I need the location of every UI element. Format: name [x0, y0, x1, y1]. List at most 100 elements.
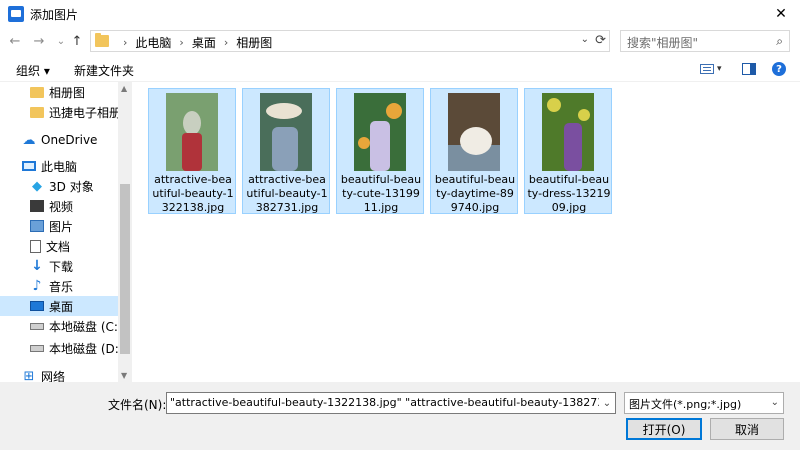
app-icon [8, 6, 24, 22]
filename-label: 文件名(N): [108, 398, 167, 412]
cube-icon: ◆ [32, 178, 42, 194]
chevron-down-icon: ▾ [717, 64, 722, 74]
sidebar-item-label: 视频 [49, 199, 74, 214]
sidebar-item-label: 桌面 [49, 299, 74, 314]
up-arrow-icon[interactable]: ↑ [68, 32, 86, 50]
new-folder-button[interactable]: 新建文件夹 [74, 62, 134, 79]
sidebar-item-documents[interactable]: 文档 [0, 236, 118, 256]
file-name: beautiful-beauty-cute-1319911.jpg [340, 173, 422, 214]
help-button[interactable]: ? [772, 62, 786, 76]
search-icon[interactable]: ⌕ [776, 34, 783, 49]
sidebar-item-label: 迅捷电子相册图片 [49, 105, 118, 120]
desktop-icon [30, 301, 44, 311]
sidebar-item-downloads[interactable]: ↓ 下载 [0, 256, 118, 276]
chevron-right-icon: › [179, 36, 184, 49]
cancel-button[interactable]: 取消 [710, 418, 784, 440]
file-name: beautiful-beauty-dress-1321909.jpg [527, 173, 611, 214]
breadcrumb-album[interactable]: 相册图 [236, 34, 272, 51]
file-name: attractive-beautiful-beauty-1322138.jpg [152, 173, 234, 214]
scroll-down-icon[interactable]: ▼ [121, 371, 127, 380]
file-tile[interactable]: beautiful-beauty-dress-1321909.jpg [524, 88, 612, 214]
sidebar-item-label: 本地磁盘 (C:) [49, 319, 118, 334]
file-thumbnail [542, 93, 594, 171]
navigation-pane: 相册图 迅捷电子相册图片 ☁ OneDrive 此电脑 ◆ 3D 对象 视频 图… [0, 82, 132, 382]
filename-value: "attractive-beautiful-beauty-1322138.jpg… [170, 396, 616, 409]
cloud-icon: ☁ [22, 132, 36, 148]
change-view-button[interactable]: ▾ [700, 62, 722, 76]
sidebar-item-label: 相册图 [49, 85, 86, 100]
search-input[interactable]: 搜索"相册图" ⌕ [620, 30, 790, 52]
help-icon: ? [772, 62, 786, 76]
open-button[interactable]: 打开(O) [626, 418, 702, 440]
address-bar[interactable]: › 此电脑 › 桌面 › 相册图 ⌄ ⟳ [90, 30, 610, 52]
video-icon [30, 200, 44, 212]
file-thumbnail [166, 93, 218, 171]
sidebar-item-desktop[interactable]: 桌面 [0, 296, 118, 316]
filename-input[interactable]: "attractive-beautiful-beauty-1322138.jpg… [166, 392, 616, 414]
sidebar-item-3d-objects[interactable]: ◆ 3D 对象 [0, 176, 118, 196]
music-icon: ♪ [32, 278, 42, 294]
folder-icon [95, 33, 109, 47]
breadcrumb-this-pc[interactable]: 此电脑 [135, 34, 171, 51]
chevron-down-icon[interactable]: ⌄ [599, 393, 615, 413]
chevron-down-icon: ⌄ [770, 397, 779, 408]
sidebar-item-label: 音乐 [49, 279, 74, 294]
sidebar-item-network[interactable]: ⊞ 网络 [0, 366, 118, 383]
document-icon [30, 239, 41, 253]
breadcrumb-desktop[interactable]: 桌面 [192, 34, 216, 51]
sidebar-item-xunjie-album[interactable]: 迅捷电子相册图片 [0, 102, 118, 122]
sidebar-item-videos[interactable]: 视频 [0, 196, 118, 216]
window-title: 添加图片 [30, 8, 79, 22]
file-tile[interactable]: attractive-beautiful-beauty-1382731.jpg [242, 88, 330, 214]
pictures-icon [30, 220, 44, 232]
file-name: attractive-beautiful-beauty-1382731.jpg [246, 173, 328, 214]
close-button[interactable]: ✕ [762, 0, 800, 28]
sidebar-item-label: 网络 [41, 369, 66, 383]
sidebar-item-label: 下载 [49, 259, 74, 274]
file-list: attractive-beautiful-beauty-1322138.jpg … [132, 82, 800, 382]
chevron-right-icon: › [123, 36, 128, 49]
file-thumbnail [260, 93, 312, 171]
refresh-icon[interactable]: ⟳ [595, 33, 606, 48]
sidebar-item-onedrive[interactable]: ☁ OneDrive [0, 130, 118, 150]
sidebar-item-label: 此电脑 [41, 159, 78, 174]
sidebar-item-label: 本地磁盘 (D:) [49, 341, 118, 356]
navigation-bar: ← → ⌄ ↑ › 此电脑 › 桌面 › 相册图 ⌄ ⟳ 搜索"相册图" ⌕ [0, 28, 800, 54]
sidebar-item-drive-d[interactable]: 本地磁盘 (D:) [0, 338, 118, 358]
scroll-up-icon[interactable]: ▲ [121, 84, 127, 93]
sidebar-scrollbar[interactable]: ▲ ▼ [118, 82, 132, 382]
forward-arrow-icon[interactable]: → [30, 32, 48, 50]
preview-pane-icon [742, 63, 756, 75]
organize-button[interactable]: 组织 ▾ [16, 62, 50, 79]
download-icon: ↓ [31, 258, 43, 274]
preview-pane-button[interactable] [742, 62, 756, 76]
address-dropdown-icon[interactable]: ⌄ [581, 34, 589, 45]
filetype-select[interactable]: 图片文件(*.png;*.jpg) ⌄ [624, 392, 784, 414]
scrollbar-thumb[interactable] [120, 184, 130, 354]
file-thumbnail [448, 93, 500, 171]
network-icon: ⊞ [23, 368, 35, 383]
sidebar-item-label: 3D 对象 [49, 179, 94, 194]
sidebar-item-album[interactable]: 相册图 [0, 82, 118, 102]
drive-icon [30, 344, 44, 352]
title-bar: 添加图片 ✕ [0, 0, 800, 28]
command-toolbar: 组织 ▾ 新建文件夹 ▾ ? [0, 56, 800, 82]
file-tile[interactable]: beautiful-beauty-daytime-899740.jpg [430, 88, 518, 214]
folder-icon [30, 86, 44, 98]
chevron-right-icon: › [223, 36, 229, 49]
breadcrumb: › 此电脑 › 桌面 › 相册图 [115, 34, 272, 51]
folder-icon [30, 106, 44, 118]
sidebar-item-drive-c[interactable]: 本地磁盘 (C:) [0, 316, 118, 336]
file-tile[interactable]: attractive-beautiful-beauty-1322138.jpg [148, 88, 236, 214]
sidebar-item-label: OneDrive [41, 133, 98, 147]
dialog-footer: 文件名(N): "attractive-beautiful-beauty-132… [0, 382, 800, 450]
file-tile[interactable]: beautiful-beauty-cute-1319911.jpg [336, 88, 424, 214]
file-thumbnail [354, 93, 406, 171]
filetype-value: 图片文件(*.png;*.jpg) [629, 398, 742, 411]
sidebar-item-pictures[interactable]: 图片 [0, 216, 118, 236]
view-icon [700, 64, 714, 74]
sidebar-item-label: 文档 [46, 239, 71, 254]
back-arrow-icon[interactable]: ← [6, 32, 24, 50]
sidebar-item-this-pc[interactable]: 此电脑 [0, 156, 118, 176]
sidebar-item-music[interactable]: ♪ 音乐 [0, 276, 118, 296]
